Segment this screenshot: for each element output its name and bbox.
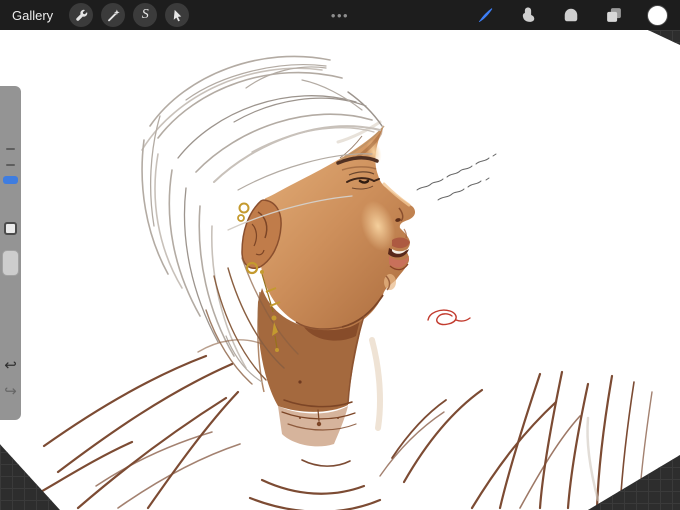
transform-button[interactable] <box>165 3 190 27</box>
layers-icon <box>607 8 621 22</box>
wrench-icon <box>75 9 87 21</box>
actions-button[interactable] <box>69 3 94 27</box>
adjustments-button[interactable] <box>101 3 126 27</box>
eraser-icon <box>564 8 578 22</box>
color-swatch-button[interactable] <box>647 4 668 26</box>
undo-button[interactable]: ↩ <box>0 358 21 373</box>
layers-button[interactable] <box>604 5 624 25</box>
brush-icon <box>478 8 493 23</box>
canvas-options-dots[interactable]: ••• <box>331 8 349 23</box>
selection-s-icon: S <box>141 7 149 22</box>
handwritten-note <box>416 153 497 201</box>
sidebar-tools: ↩ ↪ <box>0 86 21 420</box>
magic-wand-icon <box>107 9 120 21</box>
transform-arrow-icon <box>173 9 181 21</box>
current-color-swatch <box>647 4 668 26</box>
selection-button[interactable]: S <box>133 3 158 27</box>
signature-scribble <box>427 309 471 326</box>
erase-tool-button[interactable] <box>561 5 581 25</box>
canvas-artwork[interactable] <box>0 30 680 510</box>
paint-tool-button[interactable] <box>475 5 495 25</box>
topbar: Gallery S ••• <box>0 0 680 30</box>
brush-size-tick <box>6 148 15 150</box>
modify-button[interactable] <box>4 222 17 235</box>
brush-size-tick <box>6 164 15 166</box>
smudge-tool-button[interactable] <box>518 5 538 25</box>
brush-size-slider[interactable] <box>3 176 18 184</box>
smudge-icon <box>522 7 535 22</box>
redo-button[interactable]: ↪ <box>0 384 21 399</box>
procreate-window: Gallery S ••• ↩ ↪ <box>0 0 680 510</box>
opacity-slider[interactable] <box>2 250 19 276</box>
gallery-button[interactable]: Gallery <box>12 8 61 23</box>
